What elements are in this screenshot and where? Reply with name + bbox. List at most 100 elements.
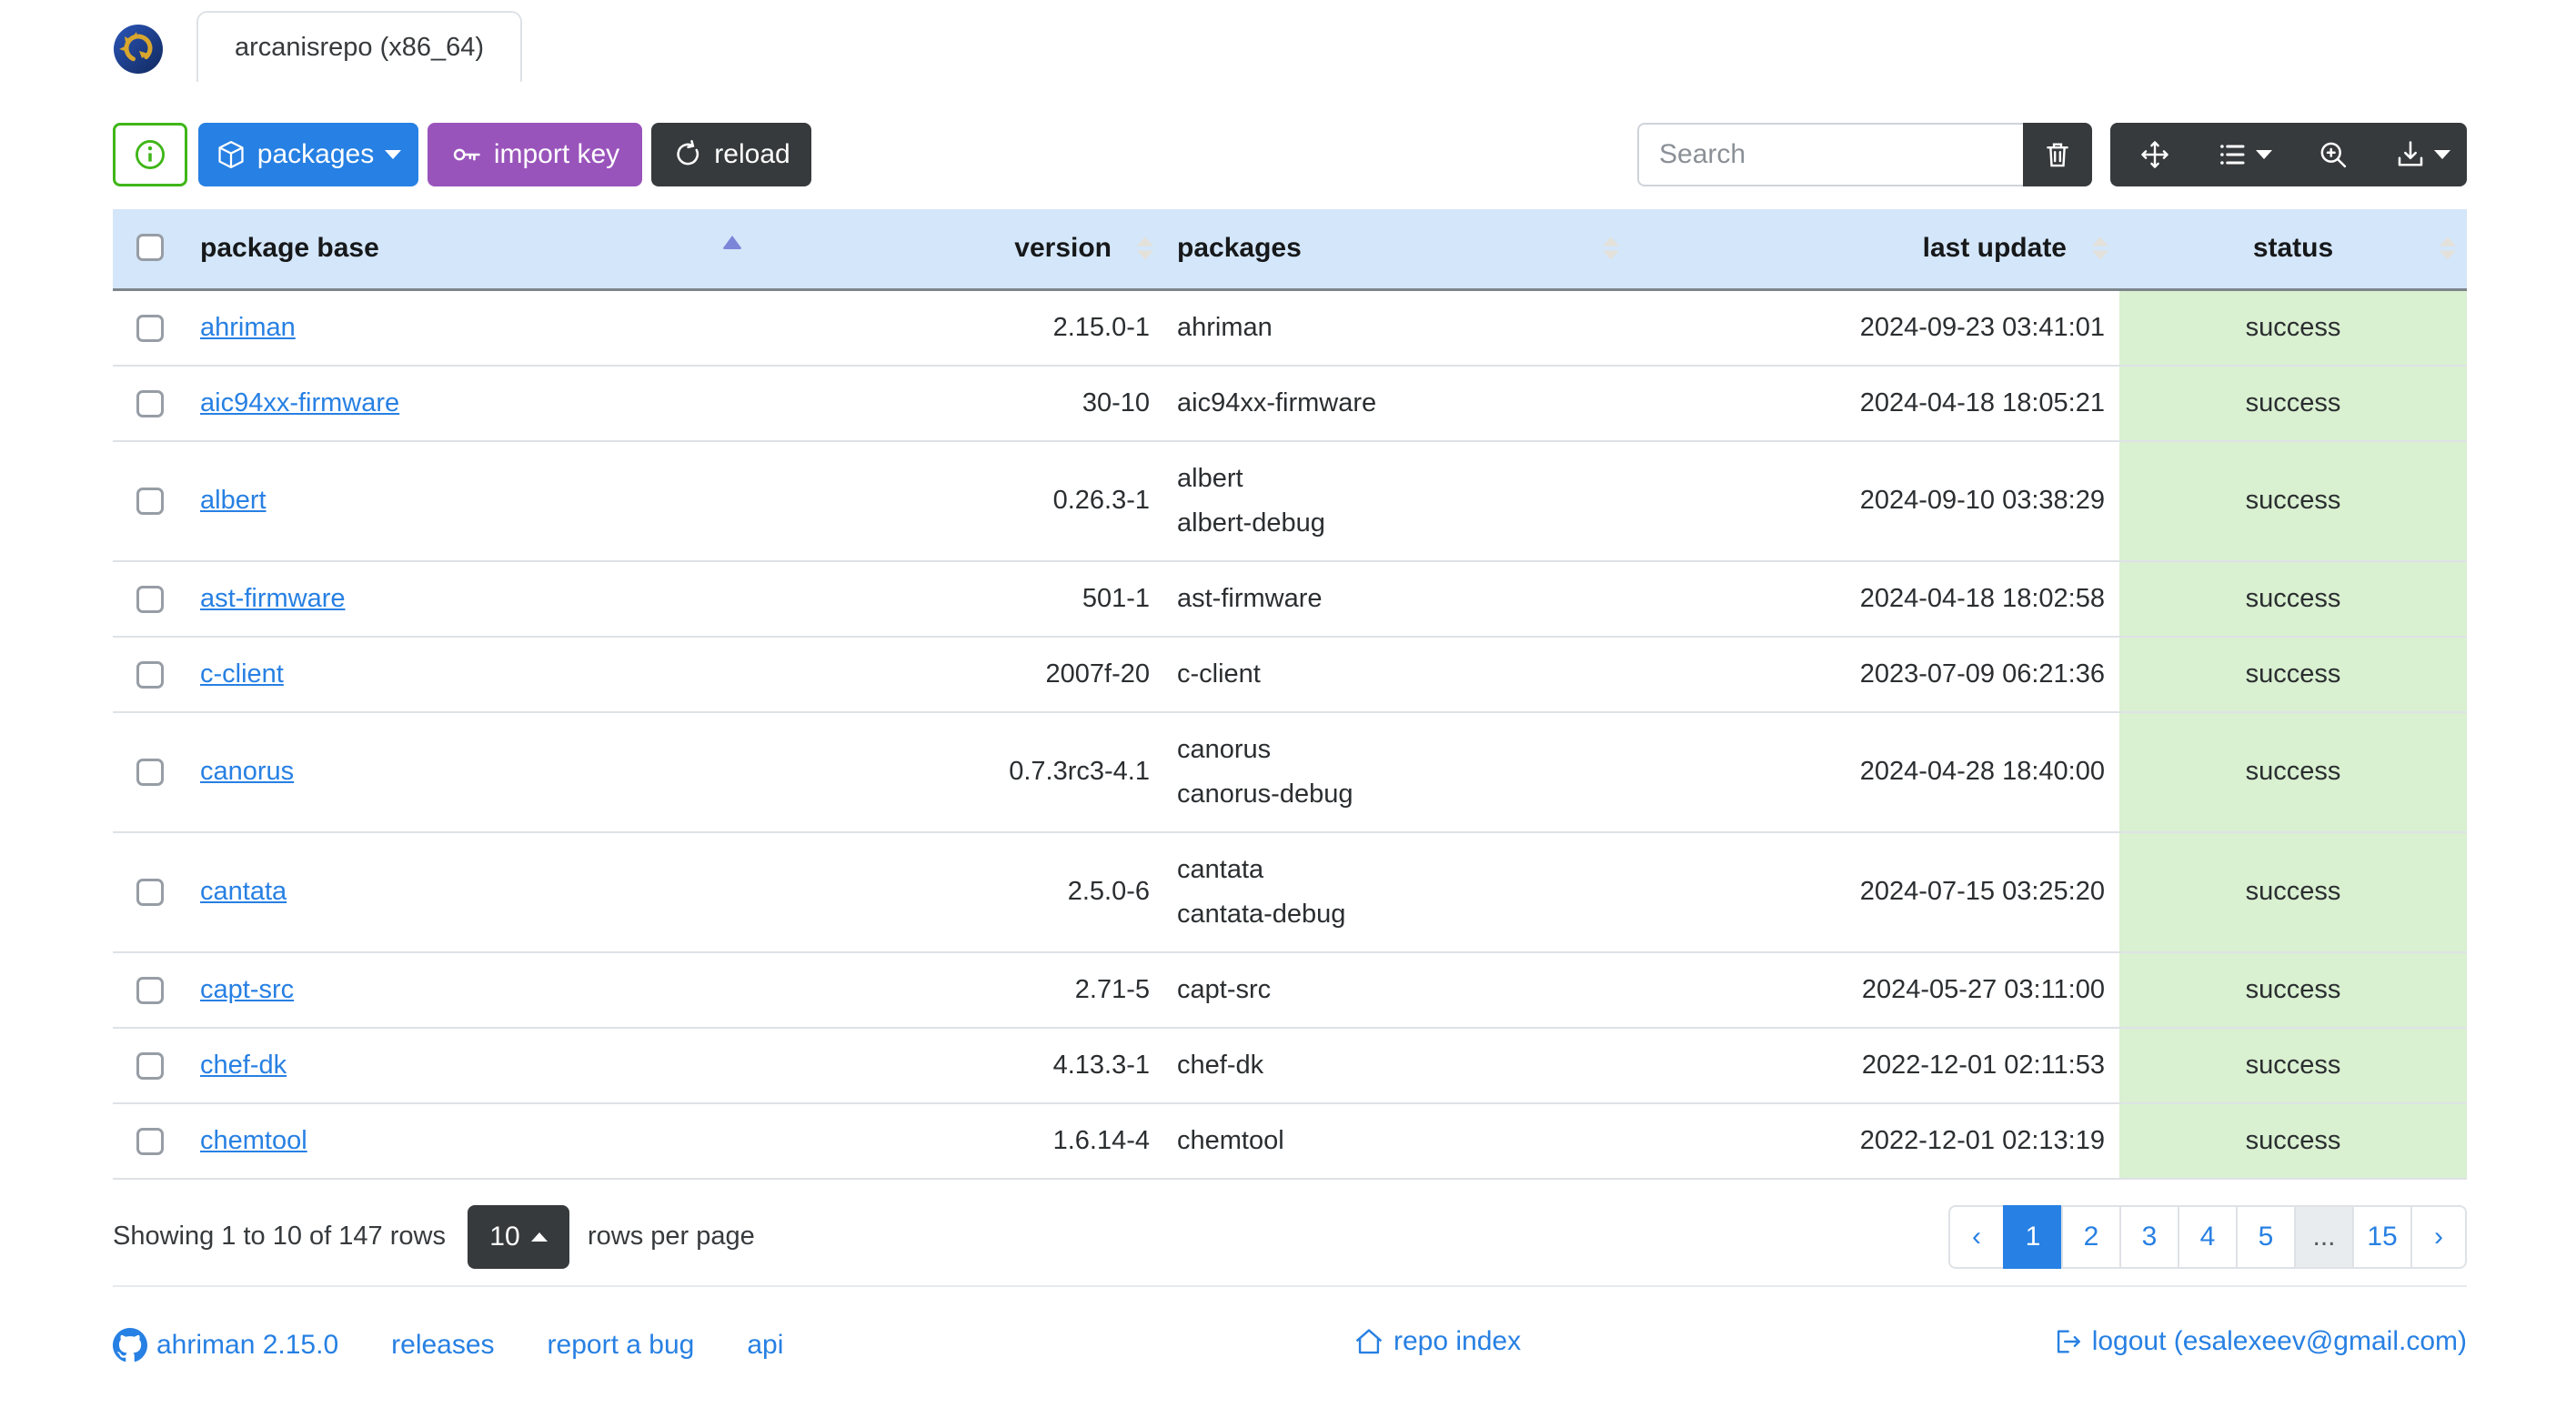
- table-header-row: package base version packages last updat…: [113, 209, 2467, 291]
- version-cell: 2007f-20: [755, 636, 1164, 713]
- columns-dropdown-button[interactable]: [2199, 123, 2289, 186]
- header-status[interactable]: status: [2119, 209, 2467, 291]
- toggle-search-button[interactable]: [2289, 123, 2378, 186]
- table-row: chemtool 1.6.14-4 chemtool 2022-12-01 02…: [113, 1102, 2467, 1180]
- table-row: chef-dk 4.13.3-1 chef-dk 2022-12-01 02:1…: [113, 1027, 2467, 1104]
- releases-link-label: releases: [391, 1329, 495, 1360]
- packages-cell: chemtool: [1164, 1102, 1630, 1180]
- page-button-2[interactable]: 2: [2061, 1204, 2121, 1269]
- box-icon: [218, 140, 244, 169]
- prev-page-button[interactable]: ‹: [1948, 1204, 2005, 1269]
- header-package-base-label: package base: [200, 233, 379, 264]
- header-packages[interactable]: packages: [1164, 209, 1630, 291]
- sort-icon: [1137, 236, 1153, 260]
- table-row: c-client 2007f-20 c-client 2023-07-09 06…: [113, 636, 2467, 713]
- row-checkbox[interactable]: [136, 1127, 164, 1155]
- logout-link[interactable]: logout (esalexeev@gmail.com): [2052, 1326, 2467, 1357]
- sort-icon: [1603, 236, 1619, 260]
- caret-down-icon: [2256, 150, 2272, 159]
- package-base-link[interactable]: ast-firmware: [200, 584, 346, 613]
- status-badge: success: [2119, 711, 2467, 833]
- header-version-label: version: [1014, 233, 1112, 264]
- packages-cell: chef-dk: [1164, 1027, 1630, 1104]
- table-tools-group: [2110, 123, 2467, 186]
- sort-ascending-icon: [722, 236, 742, 250]
- header-last-update[interactable]: last update: [1630, 209, 2119, 291]
- pagination-summary: Showing 1 to 10 of 147 rows: [113, 1222, 446, 1251]
- last-update-cell: 2024-05-27 03:11:00: [1630, 951, 2119, 1029]
- page-button-3[interactable]: 3: [2119, 1204, 2179, 1269]
- page-ellipsis: ...: [2294, 1204, 2354, 1269]
- row-checkbox[interactable]: [136, 660, 164, 689]
- releases-link[interactable]: releases: [391, 1330, 494, 1361]
- packages-cell: cantata cantata-debug: [1164, 831, 1630, 953]
- package-base-link[interactable]: aic94xx-firmware: [200, 388, 399, 417]
- footer: ahriman 2.15.0 releases report a bug api…: [113, 1316, 2467, 1374]
- table-row: ast-firmware 501-1 ast-firmware 2024-04-…: [113, 560, 2467, 638]
- info-button[interactable]: [113, 123, 187, 186]
- last-update-cell: 2024-09-10 03:38:29: [1630, 440, 2119, 562]
- report-bug-link[interactable]: report a bug: [548, 1330, 695, 1361]
- row-checkbox[interactable]: [136, 314, 164, 342]
- trash-icon: [2047, 143, 2068, 167]
- header-version[interactable]: version: [755, 209, 1164, 291]
- last-update-cell: 2024-04-28 18:40:00: [1630, 711, 2119, 833]
- page-size-suffix: rows per page: [587, 1222, 755, 1251]
- footer-right: logout (esalexeev@gmail.com): [2052, 1326, 2467, 1364]
- package-base-link[interactable]: c-client: [200, 659, 284, 689]
- row-checkbox[interactable]: [136, 1051, 164, 1080]
- package-base-link[interactable]: capt-src: [200, 975, 294, 1004]
- table-row: aic94xx-firmware 30-10 aic94xx-firmware …: [113, 365, 2467, 442]
- version-cell: 2.71-5: [755, 951, 1164, 1029]
- status-badge: success: [2119, 636, 2467, 713]
- row-checkbox[interactable]: [136, 879, 164, 907]
- page-size-dropdown[interactable]: 10: [467, 1204, 569, 1269]
- export-dropdown-button[interactable]: [2378, 123, 2467, 186]
- package-base-link[interactable]: albert: [200, 486, 267, 515]
- clear-search-button[interactable]: [2023, 123, 2092, 186]
- packages-cell: albert albert-debug: [1164, 440, 1630, 562]
- package-base-link[interactable]: chef-dk: [200, 1051, 287, 1080]
- reload-button-label: reload: [714, 139, 790, 169]
- api-link[interactable]: api: [747, 1330, 783, 1361]
- package-base-link[interactable]: canorus: [200, 757, 294, 786]
- footer-left-links: ahriman 2.15.0 releases report a bug api: [113, 1327, 783, 1363]
- page-size-value: 10: [489, 1221, 520, 1252]
- sort-icon: [2440, 236, 2456, 260]
- package-base-link[interactable]: chemtool: [200, 1126, 307, 1155]
- arrow-clockwise-icon: [677, 139, 699, 166]
- header-package-base[interactable]: package base: [187, 209, 755, 291]
- page-button-5[interactable]: 5: [2236, 1204, 2296, 1269]
- import-key-button[interactable]: import key: [428, 123, 642, 186]
- row-checkbox[interactable]: [136, 759, 164, 787]
- header-status-label: status: [2252, 233, 2334, 264]
- next-page-button[interactable]: ›: [2410, 1204, 2467, 1269]
- page-button-15[interactable]: 15: [2352, 1204, 2412, 1269]
- package-base-link[interactable]: cantata: [200, 877, 287, 906]
- reload-button[interactable]: reload: [651, 123, 811, 186]
- fullscreen-button[interactable]: [2110, 123, 2199, 186]
- repo-index-link[interactable]: repo index: [1353, 1326, 1521, 1357]
- packages-cell: capt-src: [1164, 951, 1630, 1029]
- last-update-cell: 2024-04-18 18:05:21: [1630, 365, 2119, 442]
- status-badge: success: [2119, 831, 2467, 953]
- packages-cell: ast-firmware: [1164, 560, 1630, 638]
- packages-dropdown-button[interactable]: packages: [198, 123, 418, 186]
- version-cell: 501-1: [755, 560, 1164, 638]
- logout-icon: [2057, 1329, 2080, 1353]
- row-checkbox[interactable]: [136, 585, 164, 613]
- status-badge: success: [2119, 365, 2467, 442]
- page-button-4[interactable]: 4: [2178, 1204, 2238, 1269]
- select-all-checkbox[interactable]: [136, 234, 164, 262]
- report-bug-link-label: report a bug: [547, 1329, 695, 1360]
- row-checkbox[interactable]: [136, 389, 164, 417]
- search-input[interactable]: [1637, 123, 2023, 186]
- arrows-move-icon: [2141, 141, 2168, 168]
- github-version-link[interactable]: ahriman 2.15.0: [113, 1327, 338, 1363]
- page-button-1[interactable]: 1: [2003, 1204, 2063, 1269]
- row-checkbox[interactable]: [136, 488, 164, 516]
- row-checkbox[interactable]: [136, 976, 164, 1004]
- package-base-link[interactable]: ahriman: [200, 313, 296, 342]
- app-page: arcanisrepo (x86_64) packages import key…: [0, 0, 2576, 1374]
- tab-repository[interactable]: arcanisrepo (x86_64): [196, 11, 523, 82]
